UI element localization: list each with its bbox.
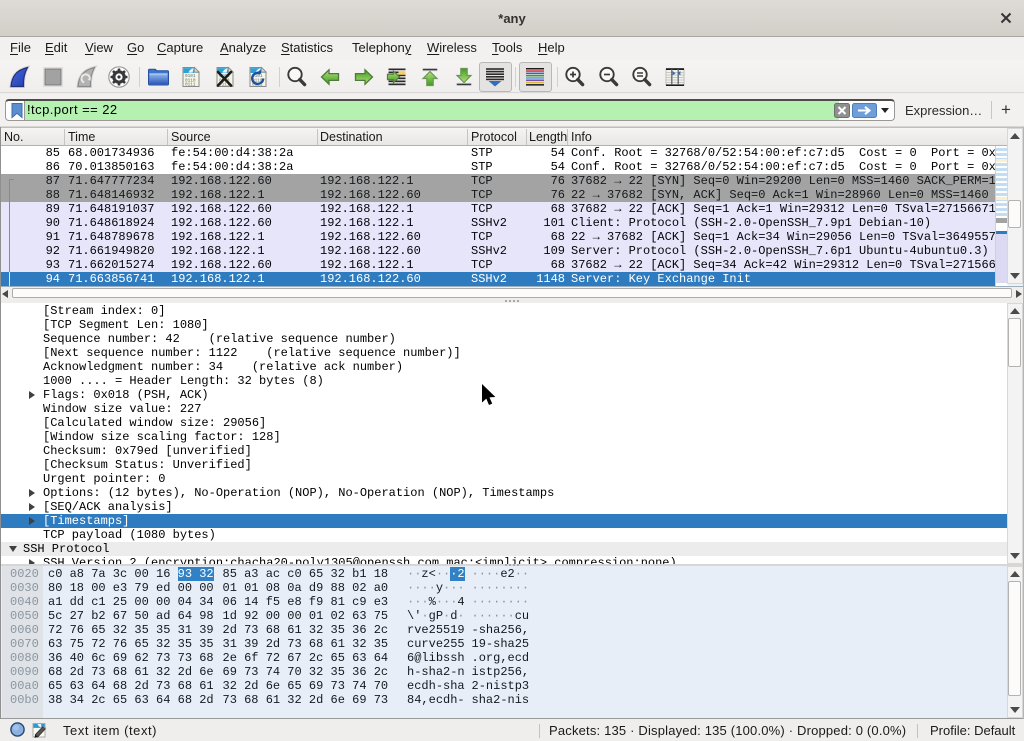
svg-text:0111: 0111: [185, 83, 196, 88]
